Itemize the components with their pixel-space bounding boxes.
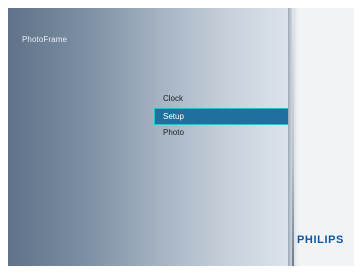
app-title: PhotoFrame — [22, 35, 68, 44]
panel-divider — [292, 8, 294, 266]
menu-item-setup[interactable]: Setup — [154, 108, 294, 125]
main-menu: Clock Setup Photo — [154, 91, 294, 142]
brand-logo: PHILIPS — [297, 234, 344, 246]
side-panel — [300, 8, 354, 266]
photoframe-screen: PhotoFrame Clock Setup Photo — [8, 8, 354, 266]
menu-item-photo[interactable]: Photo — [154, 125, 294, 142]
menu-item-clock[interactable]: Clock — [154, 91, 294, 108]
panel-divider-shadow — [288, 8, 300, 266]
main-menu-panel: PhotoFrame Clock Setup Photo — [8, 8, 294, 266]
